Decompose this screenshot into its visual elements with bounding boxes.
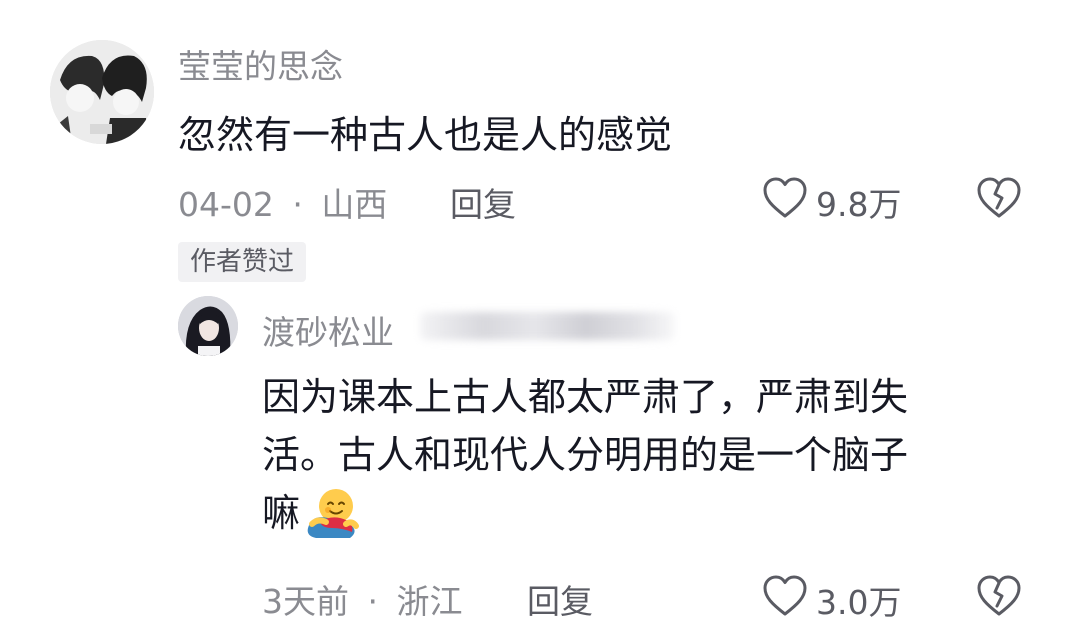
anime-couple-avatar-icon [50, 40, 154, 144]
meta-separator: · [292, 185, 303, 224]
reply-like-count: 3.0万 [816, 583, 902, 622]
reply-text: 因为课本上古人都太严肃了，严肃到失 活。古人和现代人分明用的是一个脑子 嘛 [262, 368, 908, 542]
meta-separator: · [367, 582, 379, 621]
like-button[interactable] [762, 176, 808, 220]
reply-to-reply-button[interactable]: 回复 [527, 575, 593, 623]
reply-date: 3天前 [262, 582, 349, 621]
hugging-face-emoji-icon [307, 489, 360, 538]
broken-heart-icon [977, 177, 1021, 218]
reply-text-line: 活。古人和现代人分明用的是一个脑子 [262, 433, 909, 477]
reply-meta: 3天前 · 浙江 [262, 575, 463, 623]
reply-location: 浙江 [396, 582, 463, 621]
replier-avatar[interactable] [178, 296, 238, 356]
reply-text-tail: 嘛 [262, 491, 301, 535]
comment-location: 山西 [321, 185, 388, 224]
reply-text-line: 嘛 [262, 484, 908, 542]
commenter-username[interactable]: 莹莹的思念 [178, 40, 343, 88]
comment-meta: 04-02 · 山西 [178, 178, 387, 226]
girl-portrait-avatar-icon [178, 296, 238, 356]
reply-dislike-button[interactable] [975, 574, 1023, 618]
reply-button[interactable]: 回复 [450, 178, 516, 226]
broken-heart-icon [977, 575, 1021, 616]
blurred-username-suffix [420, 312, 675, 340]
commenter-avatar[interactable] [50, 40, 154, 144]
like-count: 9.8万 [816, 185, 902, 224]
author-liked-badge: 作者赞过 [178, 242, 307, 282]
reply-text-line: 因为课本上古人都太严肃了，严肃到失 [262, 375, 909, 419]
heart-outline-icon [763, 575, 807, 616]
comment-text: 忽然有一种古人也是人的感觉 [178, 113, 673, 157]
reply-like-button[interactable] [762, 574, 808, 618]
comment-date: 04-02 [178, 185, 274, 224]
replier-username[interactable]: 渡砂松业 [262, 306, 394, 354]
heart-outline-icon [763, 177, 807, 218]
dislike-button[interactable] [975, 176, 1023, 220]
